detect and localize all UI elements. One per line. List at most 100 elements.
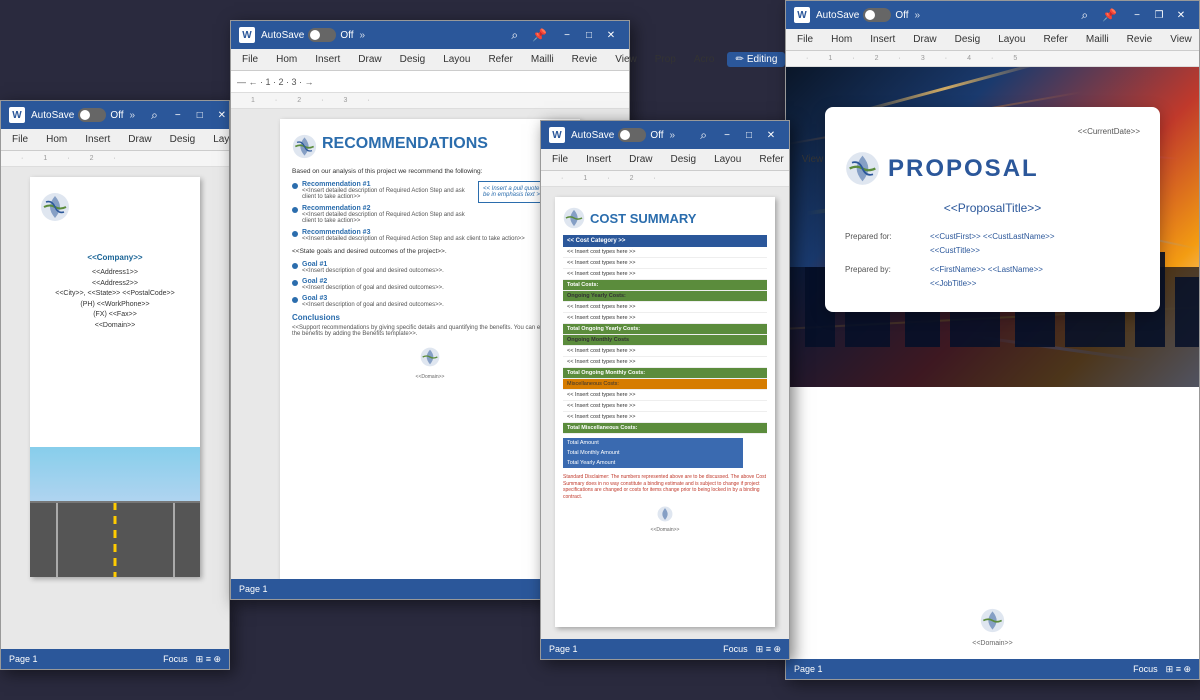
search-button-left[interactable]: ⌕ [147,108,162,123]
road-center-line [114,502,117,577]
rec-bullet-title-2: Recommendation #2 [302,205,472,212]
bullet-dot-1 [292,183,298,189]
proposal-heading: PROPOSAL [888,155,1039,183]
status-right-cost: Focus ⊞ ≡ ⊕ [723,644,781,655]
close-button-rec[interactable]: ✕ [601,26,621,44]
tab-design-proposal[interactable]: Desig [950,33,986,46]
minimize-button-cost[interactable]: − [717,126,737,144]
total-costs-label: Total Costs: [563,280,767,291]
view-icons-left: ⊞ ≡ ⊕ [196,654,221,665]
ongoing-yearly-2: << Insert cost types here >> [563,313,767,324]
tab-insert-rec[interactable]: Insert [310,53,345,66]
road-scene [30,447,200,577]
tab-view-rec[interactable]: View [610,53,642,66]
tab-file-proposal[interactable]: File [792,33,818,46]
autosave-toggle-rec[interactable] [308,28,336,42]
word-window-proposal: W AutoSave Off » ⌕ 📌 − ❐ ✕ File Hom Inse… [785,0,1200,680]
tab-draw-cost[interactable]: Draw [624,153,657,166]
autosave-state-rec: Off [340,30,353,41]
tab-draw-rec[interactable]: Draw [353,53,386,66]
tab-refer-rec[interactable]: Refer [483,53,517,66]
tab-design-cost[interactable]: Desig [665,153,701,166]
amount-monthly-value [743,448,767,458]
proposal-hero: <<CurrentDate>> PROPOSAL <<ProposalTitle… [786,67,1199,387]
total-ongoing-monthly-label: Total Ongoing Monthly Costs: [563,368,767,379]
total-misc-row: Total Miscellaneous Costs: [563,423,767,434]
cost-logo [563,207,585,229]
prepared-for-title: <<CustTitle>> [930,244,1055,258]
tab-review-rec[interactable]: Revie [567,53,603,66]
restore-button-proposal[interactable]: ❐ [1149,6,1169,24]
expand-icon-rec: » [360,30,366,41]
tab-design-left[interactable]: Desig [165,133,201,146]
toolbar-items-rec: — ← · 1 · 2 · 3 · → [237,77,314,87]
tab-prop-rec[interactable]: Prop [650,53,681,66]
tab-view-proposal[interactable]: View [1165,33,1197,46]
minimize-button-left[interactable]: − [168,106,188,124]
autosave-toggle-cost[interactable] [618,128,646,142]
status-right-left: Focus ⊞ ≡ ⊕ [163,654,221,665]
misc-2: << Insert cost types here >> [563,401,767,412]
doc-body-left: <<Company>> <<Address1>> <<Address2>> <<… [40,252,190,331]
maximize-button-cost[interactable]: □ [739,126,759,144]
maximize-button-rec[interactable]: □ [579,26,599,44]
focus-label-cost: Focus [723,644,748,654]
tab-insert-cost[interactable]: Insert [581,153,616,166]
prepared-by-title: <<JobTitle>> [930,277,1043,291]
close-button-proposal[interactable]: ✕ [1171,6,1191,24]
tab-file-rec[interactable]: File [237,53,263,66]
statusbar-proposal: Page 1 Focus ⊞ ≡ ⊕ [786,659,1199,679]
cost-item-1b [748,247,767,258]
tab-home-proposal[interactable]: Hom [826,33,857,46]
minimize-button-proposal[interactable]: − [1127,6,1147,24]
tab-acro-rec[interactable]: Acro [689,53,720,66]
tab-home-left[interactable]: Hom [41,133,72,146]
tab-layout-cost[interactable]: Layou [709,153,746,166]
goal-dot-1 [292,263,298,269]
cost-disclaimer: Standard Disclaimer: The numbers represe… [563,474,767,500]
tab-refer-cost[interactable]: Refer [754,153,788,166]
pin-button-rec[interactable]: 📌 [528,28,551,42]
tab-file-left[interactable]: File [7,133,33,146]
tab-file-cost[interactable]: File [547,153,573,166]
tab-draw-proposal[interactable]: Draw [908,33,941,46]
maximize-button-left[interactable]: □ [190,106,210,124]
close-button-cost[interactable]: ✕ [761,126,781,144]
road-markings [30,502,200,577]
conclusions-title: Conclusions [292,313,568,322]
tab-review-proposal[interactable]: Revie [1122,33,1158,46]
tab-draw-left[interactable]: Draw [123,133,156,146]
search-button-cost[interactable]: ⌕ [696,128,711,143]
cost-table-header: << Cost Category >> [563,235,767,247]
bullet-dot-2 [292,207,298,213]
phone-field: (PH) <<WorkPhone>> [40,300,190,311]
autosave-toggle-left[interactable] [78,108,106,122]
oy-val-2 [748,313,767,324]
tab-refer-proposal[interactable]: Refer [1038,33,1072,46]
oy-val-1 [748,302,767,313]
tab-layout-rec[interactable]: Layou [438,53,475,66]
address1-field: <<Address1>> [40,268,190,279]
editing-button-rec[interactable]: ✏ Editing [727,52,785,67]
autosave-toggle-proposal[interactable] [863,8,891,22]
tab-mail-proposal[interactable]: Mailli [1081,33,1114,46]
rec-heading: RECOMMENDATIONS [322,135,488,153]
pin-button-proposal[interactable]: 📌 [1098,8,1121,22]
rec-bullet-content-2: Recommendation #2 <<Insert detailed desc… [302,205,472,224]
tab-layout-proposal[interactable]: Layou [993,33,1030,46]
building-8 [1175,277,1199,347]
prepared-by-row: Prepared by: <<FirstName>> <<LastName>> … [845,263,1140,292]
tab-design-rec[interactable]: Desig [395,53,431,66]
search-button-rec[interactable]: ⌕ [507,28,522,43]
search-button-proposal[interactable]: ⌕ [1077,8,1092,23]
bullet-dot-3 [292,231,298,237]
doc-page-left: <<Company>> <<Address1>> <<Address2>> <<… [30,177,200,577]
tab-view-cost[interactable]: View [797,153,829,166]
tab-insert-proposal[interactable]: Insert [865,33,900,46]
rec-bullet-body-2: <<Insert detailed description of Require… [302,212,472,224]
close-button-left[interactable]: ✕ [212,106,232,124]
minimize-button-rec[interactable]: − [557,26,577,44]
tab-home-rec[interactable]: Hom [271,53,302,66]
tab-mail-rec[interactable]: Mailli [526,53,559,66]
tab-insert-left[interactable]: Insert [80,133,115,146]
